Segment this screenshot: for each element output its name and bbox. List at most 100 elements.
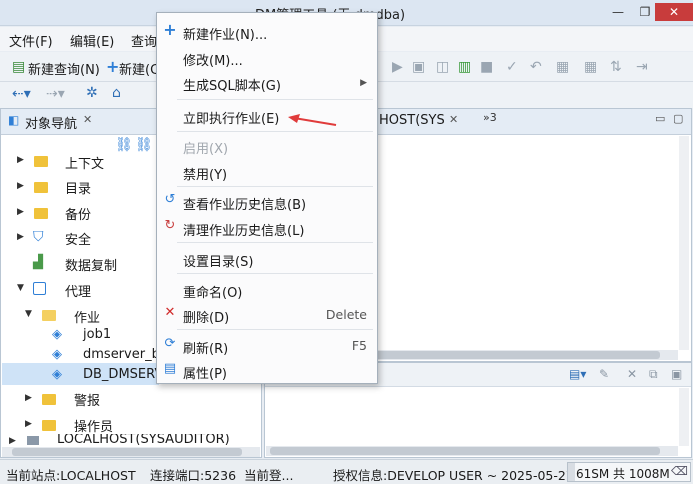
close-button[interactable]: ✕ <box>655 3 693 21</box>
trash-icon[interactable]: ⌫ <box>671 464 688 478</box>
folder-icon <box>42 420 56 431</box>
forward-icon[interactable]: ⇢▾ <box>46 86 65 102</box>
menu-item-execute-now[interactable]: 立即执行作业(E) <box>157 103 377 127</box>
message-hscrollbar[interactable] <box>266 446 678 456</box>
grid-icon[interactable]: ▦ <box>584 59 597 75</box>
close-tab-icon[interactable]: ✕ <box>449 113 458 126</box>
menu-item-clear-history[interactable]: ↻ 清理作业历史信息(L) <box>157 215 377 240</box>
menu-item-modify[interactable]: 修改(M)... <box>157 45 377 69</box>
collapse-arrow-icon[interactable]: ▼ <box>25 309 32 319</box>
message-vscrollbar[interactable] <box>679 388 689 446</box>
menu-item-label: 刷新(R) <box>183 342 229 357</box>
new-query-button[interactable]: 新建查询(N) <box>28 59 100 78</box>
menu-file[interactable]: 文件(F) <box>9 31 53 50</box>
properties-icon: ▤ <box>163 361 177 376</box>
job-icon: ◈ <box>52 327 62 342</box>
expand-arrow-icon[interactable]: ▶ <box>25 393 32 403</box>
tree-item-label: 上下文 <box>65 157 105 172</box>
editor-tab[interactable]: HOST(SYS <box>379 113 445 128</box>
tree-item-security[interactable]: ▶ ⛉ 安全 <box>1 226 159 250</box>
format-icon[interactable]: ⇅ <box>610 59 622 75</box>
new-button[interactable]: 新建(C <box>119 59 159 78</box>
tree-item-label: 数据复制 <box>65 259 118 274</box>
minimize-view-icon[interactable]: ▭ <box>655 112 665 125</box>
navigator-hscrollbar[interactable] <box>2 447 260 457</box>
tree-item-label: job1 <box>83 327 112 342</box>
menu-item-enable[interactable]: 启用(X) <box>157 133 377 157</box>
editor-vscrollbar[interactable] <box>679 136 689 350</box>
console-icon[interactable]: ▤▾ <box>569 367 586 381</box>
menu-item-label: 禁用(Y) <box>183 168 228 183</box>
folder-icon <box>34 182 48 193</box>
context-menu: + 新建作业(N)... 修改(M)... 生成SQL脚本(G) ▶ 立即执行作… <box>156 12 378 384</box>
shortcut-label: Delete <box>325 307 367 322</box>
tree-item-label: 目录 <box>65 182 92 197</box>
history-icon: ↺ <box>164 192 176 207</box>
menu-item-delete[interactable]: ✕ 删除(D) Delete <box>157 302 377 327</box>
menu-edit[interactable]: 编辑(E) <box>70 31 114 50</box>
scroll-thumb[interactable] <box>270 447 660 455</box>
tree-item-context[interactable]: ▶ 上下文 <box>1 151 159 175</box>
menu-item-label: 删除(D) <box>183 311 230 326</box>
menu-item-label: 立即执行作业(E) <box>183 112 280 127</box>
calendar-icon[interactable]: ▦ <box>556 59 569 75</box>
menu-query[interactable]: 查询 <box>131 31 157 50</box>
tree-item-label: 备份 <box>65 208 92 223</box>
tree-item-agent[interactable]: ▼ 代理 <box>1 278 159 302</box>
menu-item-new-job[interactable]: + 新建作业(N)... <box>157 19 377 44</box>
status-login: 当前登... <box>244 468 294 483</box>
tree-item-db-dmserver[interactable]: ◈ DB_DMSERV <box>1 364 163 388</box>
maximize-view-icon[interactable]: ▢ <box>673 112 683 125</box>
expand-arrow-icon[interactable]: ▶ <box>17 155 24 165</box>
close-tab-icon[interactable]: ✕ <box>83 113 92 126</box>
lock-icon[interactable]: ▣ <box>671 367 682 381</box>
minimize-button[interactable]: — <box>606 3 630 21</box>
tree-item-label: 安全 <box>65 233 92 248</box>
copy-icon[interactable]: ⧉ <box>649 367 658 382</box>
back-icon[interactable]: ⇠▾ <box>12 86 31 102</box>
folder-open-icon <box>42 310 56 321</box>
scroll-thumb[interactable] <box>12 448 242 456</box>
expand-arrow-icon[interactable]: ▶ <box>17 207 24 217</box>
clear-icon[interactable]: ✕ <box>627 367 637 381</box>
menu-item-view-history[interactable]: ↺ 查看作业历史信息(B) <box>157 189 377 214</box>
menu-item-refresh[interactable]: ⟳ 刷新(R) F5 <box>157 333 377 358</box>
commit-icon[interactable]: ✓ <box>506 59 518 75</box>
expand-arrow-icon[interactable]: ▶ <box>17 181 24 191</box>
menu-item-set-catalog[interactable]: 设置目录(S) <box>157 246 377 270</box>
expand-icon[interactable]: ⇥ <box>636 59 648 75</box>
bug-icon[interactable]: ✲ <box>86 85 98 101</box>
save-icon[interactable]: ▥ <box>458 59 471 75</box>
expand-arrow-icon[interactable]: ▶ <box>17 232 24 242</box>
menu-separator <box>177 242 373 243</box>
new-query-icon: ▤ <box>12 59 26 75</box>
expand-arrow-icon[interactable]: ▶ <box>25 419 32 429</box>
tree-item-backup[interactable]: ▶ 备份 <box>1 201 159 225</box>
home-icon[interactable]: ⌂ <box>112 85 121 101</box>
menu-item-generate-sql[interactable]: 生成SQL脚本(G) ▶ <box>157 70 377 94</box>
tree-item-alerts[interactable]: ▶ 警报 <box>1 387 159 411</box>
maximize-button[interactable]: ❐ <box>633 3 657 21</box>
collapse-arrow-icon[interactable]: ▼ <box>17 283 24 293</box>
memory-indicator[interactable]: 61SM 共 1008M ⌫ <box>567 462 691 482</box>
debug-icon[interactable]: ▣ <box>412 59 425 75</box>
explain-icon[interactable]: ◫ <box>436 59 449 75</box>
tree-item-localhost-sysauditor[interactable]: ▶ LOCALHOST(SYSAUDITOR) <box>1 434 241 448</box>
annotation-arrow-icon <box>288 114 337 126</box>
plus-icon: + <box>106 57 120 76</box>
tab-overflow-indicator[interactable]: »3 <box>483 111 497 124</box>
menu-item-properties[interactable]: ▤ 属性(P) <box>157 358 377 383</box>
pin-icon[interactable]: ✎ <box>599 367 609 381</box>
run-icon[interactable]: ▶ <box>392 59 403 75</box>
expand-arrow-icon[interactable]: ▶ <box>9 436 16 446</box>
navigator-tab[interactable]: 对象导航 <box>25 113 77 135</box>
tree-item-replication[interactable]: ▟ 数据复制 <box>1 252 159 276</box>
menu-item-disable[interactable]: 禁用(Y) <box>157 159 377 183</box>
stop-icon[interactable]: ■ <box>480 59 493 75</box>
menu-item-rename[interactable]: 重命名(O) <box>157 277 377 301</box>
rollback-icon[interactable]: ↶ <box>530 59 542 75</box>
tree-item-catalog[interactable]: ▶ 目录 <box>1 175 159 199</box>
tree-item-label: 操作员 <box>74 420 114 435</box>
tree-item-label: DB_DMSERV <box>83 367 164 382</box>
memory-text: 61SM 共 1008M <box>576 467 670 481</box>
